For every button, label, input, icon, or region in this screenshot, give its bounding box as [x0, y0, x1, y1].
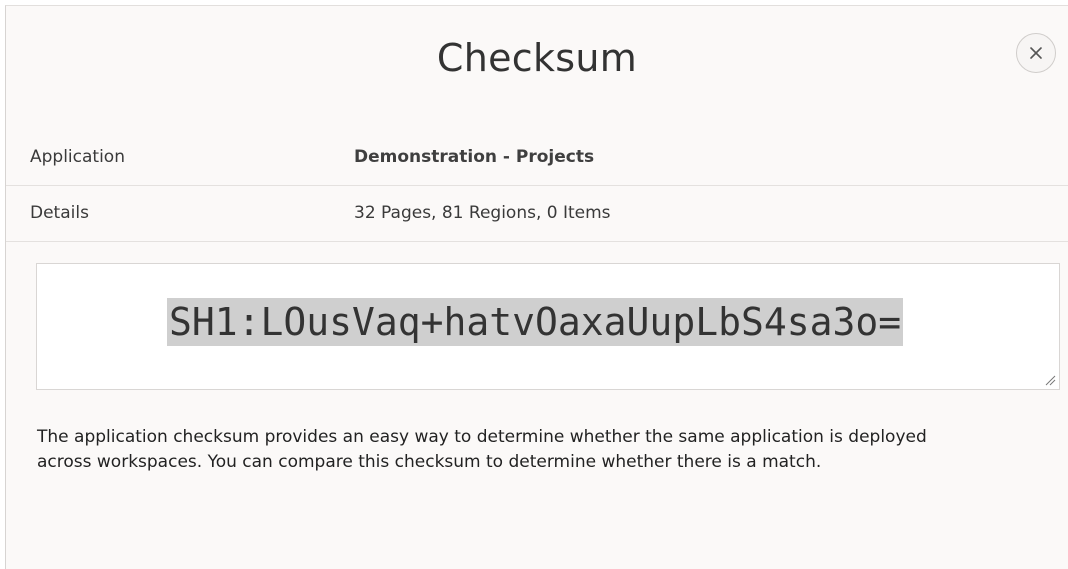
checksum-value[interactable]: SH1:LOusVaq+hatvOaxaUupLbS4sa3o=	[167, 298, 904, 346]
description-line-2: across workspaces. You can compare this …	[37, 452, 822, 472]
checksum-dialog: Checksum Application Demonstration - Pro…	[5, 5, 1068, 569]
application-value: Demonstration - Projects	[354, 147, 595, 167]
details-label: Details	[30, 203, 89, 223]
application-label: Application	[30, 147, 125, 167]
description-text: The application checksum provides an eas…	[37, 425, 1057, 475]
close-button[interactable]	[1016, 33, 1056, 73]
close-icon	[1030, 47, 1042, 59]
resize-grip-icon[interactable]	[1044, 374, 1056, 386]
details-row: Details 32 Pages, 81 Regions, 0 Items	[6, 186, 1068, 242]
checksum-textarea[interactable]: SH1:LOusVaq+hatvOaxaUupLbS4sa3o=	[36, 263, 1060, 390]
details-value: 32 Pages, 81 Regions, 0 Items	[354, 203, 611, 223]
description-line-1: The application checksum provides an eas…	[37, 427, 927, 447]
application-row: Application Demonstration - Projects	[6, 130, 1068, 186]
dialog-title: Checksum	[436, 36, 638, 80]
